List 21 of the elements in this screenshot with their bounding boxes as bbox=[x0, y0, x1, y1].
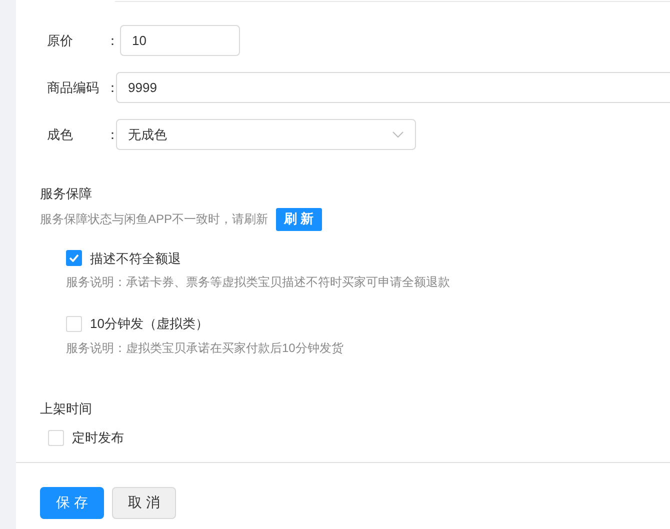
field-label: 商品编码 bbox=[47, 78, 100, 97]
checkmark-icon bbox=[69, 254, 79, 262]
chevron-down-icon bbox=[392, 131, 404, 138]
select-field[interactable]: 无成色 bbox=[116, 119, 416, 150]
input-field[interactable]: 10 bbox=[120, 25, 240, 56]
input-field[interactable]: 9999 bbox=[116, 72, 670, 103]
cancel-button[interactable]: 取 消 bbox=[112, 486, 176, 518]
field-label: 成色 bbox=[47, 126, 74, 144]
service-description: 服务说明：虚拟类宝贝承诺在买家付款后10分钟发货 bbox=[66, 340, 344, 356]
checkbox-label: 10分钟发（虚拟类） bbox=[90, 315, 208, 333]
service-description: 服务说明：承诺卡券、票务等虚拟类宝贝描述不符时买家可申请全额退款 bbox=[66, 274, 451, 291]
colon: ： bbox=[106, 78, 116, 97]
checkbox-label: 定时发布 bbox=[72, 429, 124, 447]
hint-text: 服务保障状态与闲鱼APP不一致时，请刷新 bbox=[40, 211, 268, 228]
section-title: 服务保障 bbox=[40, 185, 93, 203]
section-title: 上架时间 bbox=[40, 400, 93, 418]
field-label: 原价 bbox=[47, 32, 74, 50]
colon: ： bbox=[106, 32, 116, 50]
colon: ： bbox=[106, 126, 116, 144]
checkbox-label: 描述不符全额退 bbox=[90, 250, 181, 268]
checkbox[interactable] bbox=[66, 250, 82, 266]
